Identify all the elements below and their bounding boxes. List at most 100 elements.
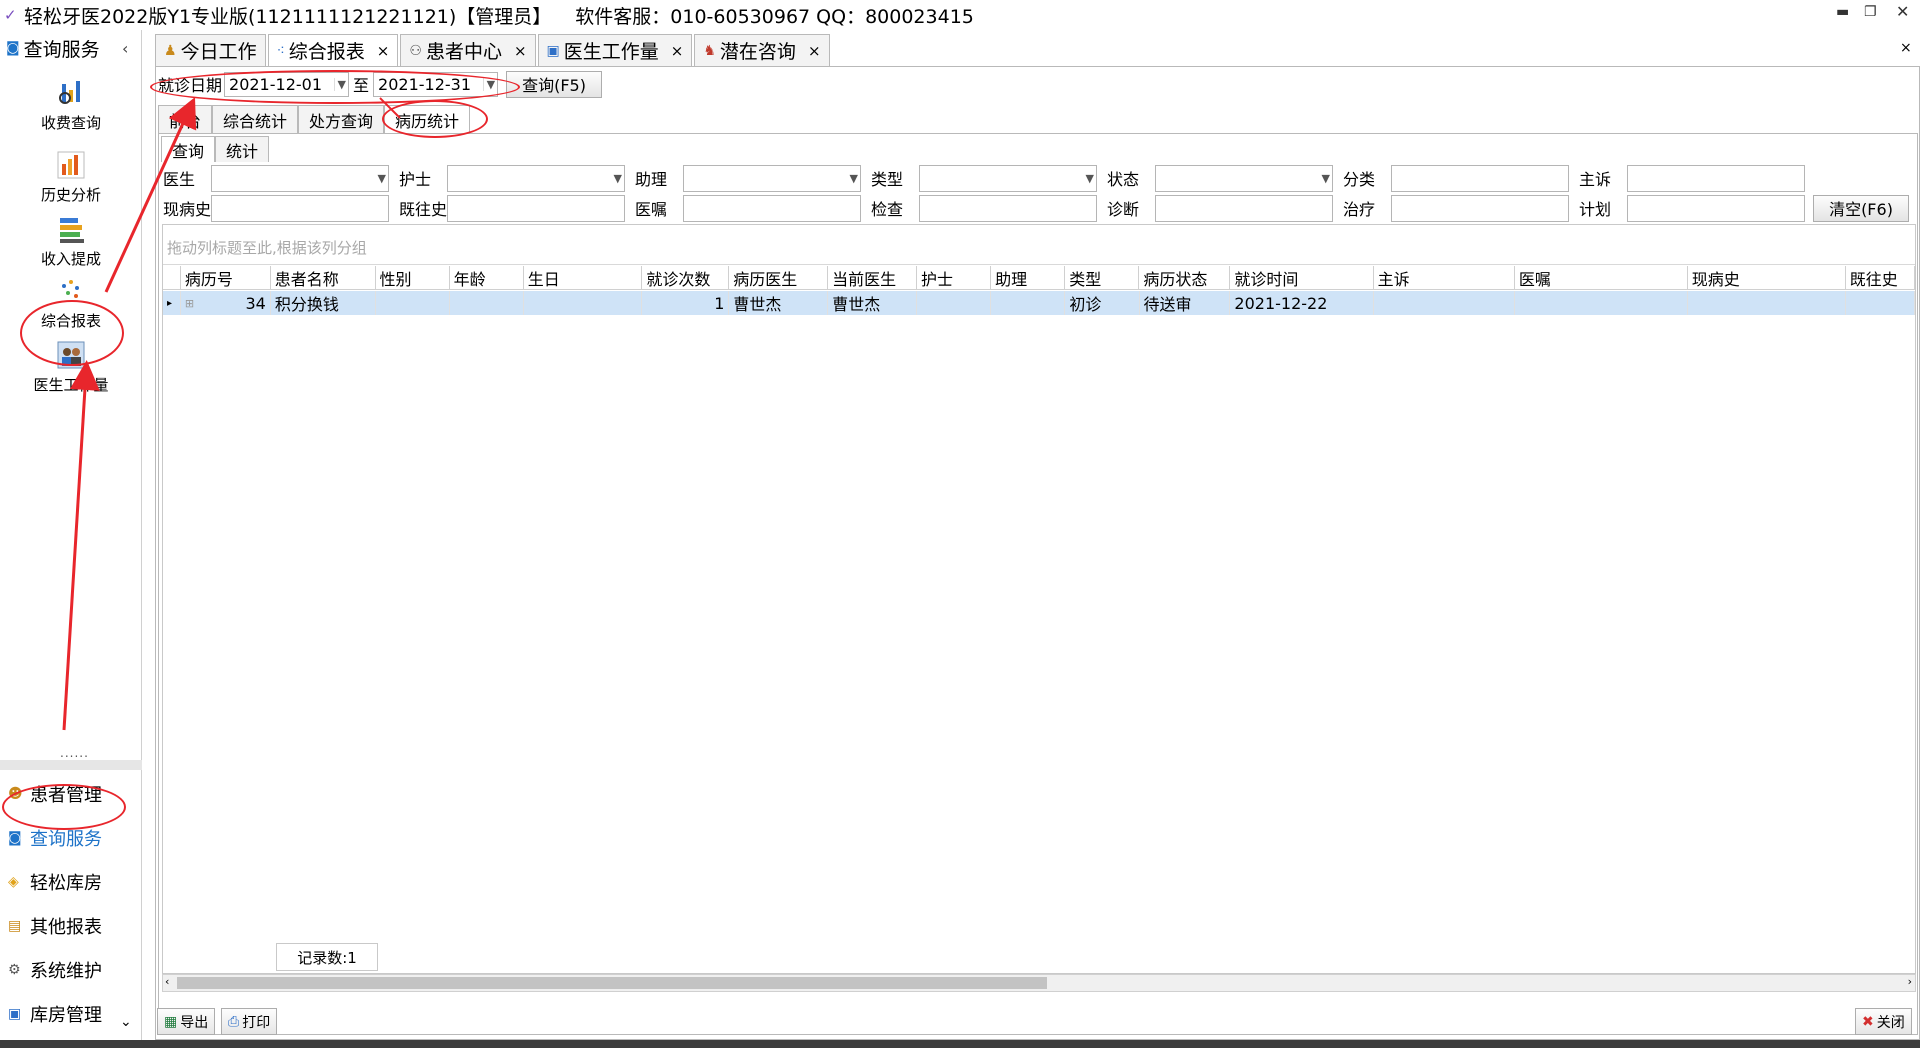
minimize-icon[interactable]: ▬ bbox=[1836, 4, 1849, 20]
present-illness-field[interactable] bbox=[211, 194, 389, 222]
close-tab-icon[interactable]: × bbox=[671, 42, 684, 60]
tab-doctor-workload[interactable]: ▣ 医生工作量 × bbox=[537, 34, 693, 66]
tab-potential-consultation[interactable]: ♞ 潜在咨询 × bbox=[694, 34, 830, 66]
scroll-left-icon[interactable]: ‹ bbox=[165, 975, 169, 988]
consult-icon: ♞ bbox=[703, 42, 716, 59]
column-header[interactable]: 病历状态 bbox=[1139, 266, 1231, 290]
service-info: 软件客服：010-60530967 QQ：800023415 bbox=[575, 5, 974, 28]
cell-current-doctor: 曹世杰 bbox=[828, 291, 918, 315]
expand-chevron-icon[interactable]: ⌄ bbox=[120, 1014, 132, 1030]
column-header[interactable]: 就诊次数 bbox=[642, 266, 730, 290]
advice-field[interactable] bbox=[683, 194, 861, 222]
cell-assistant bbox=[991, 291, 1066, 315]
diagnosis-field[interactable] bbox=[1155, 194, 1333, 222]
horizontal-scrollbar[interactable]: ‹ › bbox=[162, 974, 1916, 992]
nav-label: 查询服务 bbox=[30, 829, 102, 850]
main-content: 就诊日期 2021-12-01 ▼ 至 2021-12-31 ▼ 查询(F5) … bbox=[155, 66, 1920, 1040]
tab-today-work[interactable]: ♟ 今日工作 bbox=[155, 34, 266, 66]
column-header[interactable]: 既往史 bbox=[1846, 266, 1915, 290]
column-header[interactable]: 当前医生 bbox=[828, 266, 918, 290]
nav-label: 系统维护 bbox=[30, 961, 102, 982]
scroll-right-icon[interactable]: › bbox=[1908, 975, 1912, 988]
column-header[interactable]: 病历医生 bbox=[729, 266, 829, 290]
sidebar-header: ◙ 查询服务 ‹ bbox=[0, 30, 141, 66]
close-button[interactable]: ✖ 关闭 bbox=[1855, 1008, 1912, 1035]
nav-query-service[interactable]: ◙ 查询服务 bbox=[0, 820, 142, 856]
close-tab-icon[interactable]: × bbox=[377, 42, 390, 60]
sidebar-item-fee-query[interactable]: 收费查询 bbox=[0, 78, 142, 133]
sidebar-item-income-commission[interactable]: 收入提成 bbox=[0, 214, 142, 269]
sidebar-splitter[interactable] bbox=[0, 760, 142, 770]
tab-patient-center[interactable]: ⚇ 患者中心 × bbox=[400, 34, 536, 66]
title-bar: ✓ 轻松牙医2022版Y1专业版(1121111121221121)【管理员】 … bbox=[0, 0, 1920, 30]
tab-front-desk[interactable]: 前台 bbox=[158, 105, 213, 133]
column-header[interactable]: 护士 bbox=[917, 266, 992, 290]
nav-patient-management[interactable]: ☻ 患者管理 bbox=[0, 776, 142, 812]
column-header[interactable]: 现病史 bbox=[1688, 266, 1846, 290]
column-header[interactable]: 患者名称 bbox=[271, 266, 376, 290]
nurse-select[interactable]: ▼ bbox=[447, 164, 625, 192]
close-all-tabs-icon[interactable]: × bbox=[1900, 40, 1912, 56]
tab-comprehensive-report[interactable]: ⁖ 综合报表 × bbox=[267, 34, 399, 66]
export-button[interactable]: ▦ 导出 bbox=[157, 1008, 216, 1035]
category-field[interactable] bbox=[1391, 164, 1569, 192]
close-label: 关闭 bbox=[1876, 1014, 1905, 1031]
print-button[interactable]: ⎙ 打印 bbox=[221, 1008, 278, 1035]
close-tab-icon[interactable]: × bbox=[514, 42, 527, 60]
nav-other-reports[interactable]: ▤ 其他报表 bbox=[0, 908, 142, 944]
expand-plus-icon[interactable]: ⊞ bbox=[185, 297, 194, 310]
tab-comprehensive-stats[interactable]: 综合统计 bbox=[212, 105, 299, 133]
clear-button[interactable]: 清空(F6) bbox=[1813, 194, 1909, 222]
sidebar-splitter-dots[interactable]: ...... bbox=[60, 746, 89, 760]
tab-query[interactable]: 查询 bbox=[161, 136, 216, 162]
print-label: 打印 bbox=[242, 1014, 271, 1031]
cell-age bbox=[450, 291, 524, 315]
column-header[interactable]: 类型 bbox=[1065, 266, 1140, 290]
close-tab-icon[interactable]: × bbox=[808, 42, 821, 60]
cell-record-no: ⊞ 34 bbox=[181, 291, 271, 315]
cell-record-status: 待送审 bbox=[1140, 291, 1231, 315]
column-header[interactable]: 年龄 bbox=[450, 266, 524, 290]
tab-prescription-query[interactable]: 处方查询 bbox=[298, 105, 385, 133]
restore-icon[interactable]: ❐ bbox=[1864, 4, 1877, 20]
type-select[interactable]: ▼ bbox=[919, 164, 1097, 192]
chevron-down-icon: ▼ bbox=[377, 171, 386, 185]
column-header[interactable]: 就诊时间 bbox=[1230, 266, 1374, 290]
nav-system-maintenance[interactable]: ⚙ 系统维护 bbox=[0, 952, 142, 988]
query-button[interactable]: 查询(F5) bbox=[506, 70, 603, 98]
date-to-picker[interactable]: 2021-12-31 ▼ bbox=[373, 71, 499, 97]
past-history-label: 既往史 bbox=[399, 200, 448, 219]
sidebar-item-doctor-workload[interactable]: 医生工作量 bbox=[0, 340, 142, 395]
sidebar-item-comprehensive-report[interactable]: 综合报表 bbox=[0, 276, 142, 331]
treatment-field[interactable] bbox=[1391, 194, 1569, 222]
scrollbar-thumb[interactable] bbox=[177, 977, 1047, 989]
nurse-label: 护士 bbox=[399, 170, 432, 189]
examination-field[interactable] bbox=[919, 194, 1097, 222]
column-header[interactable]: 性别 bbox=[376, 266, 450, 290]
doctor-select[interactable]: ▼ bbox=[211, 164, 389, 192]
collapse-chevron-icon[interactable]: ‹ bbox=[122, 39, 128, 58]
treatment-label: 治疗 bbox=[1343, 200, 1376, 219]
column-header[interactable]: 生日 bbox=[524, 266, 643, 290]
sidebar-item-label: 医生工作量 bbox=[33, 376, 109, 394]
cell-record-doctor: 曹世杰 bbox=[729, 291, 829, 315]
plan-field[interactable] bbox=[1627, 194, 1805, 222]
column-header[interactable]: 助理 bbox=[991, 266, 1066, 290]
doctor-workload-icon: ▣ bbox=[546, 42, 560, 59]
group-by-area[interactable]: 拖动列标题至此,根据该列分组 bbox=[163, 225, 1915, 265]
tab-statistics[interactable]: 统计 bbox=[215, 136, 270, 162]
column-header[interactable]: 医嘱 bbox=[1515, 266, 1688, 290]
column-header[interactable]: 主诉 bbox=[1374, 266, 1515, 290]
close-window-icon[interactable]: ✕ bbox=[1896, 2, 1909, 21]
date-from-picker[interactable]: 2021-12-01 ▼ bbox=[224, 71, 350, 97]
past-history-field[interactable] bbox=[447, 194, 625, 222]
sidebar-item-history-analysis[interactable]: 历史分析 bbox=[0, 150, 142, 205]
status-select[interactable]: ▼ bbox=[1155, 164, 1333, 192]
column-header[interactable]: 病历号 bbox=[181, 266, 271, 290]
tab-medical-record-stats[interactable]: 病历统计 bbox=[384, 105, 471, 133]
record-no-value: 34 bbox=[245, 293, 266, 313]
table-row[interactable]: ▸ ⊞ 34 积分换钱 1 曹世杰 曹世杰 初诊 待送审 2021-12-22 bbox=[163, 291, 1916, 315]
chief-complaint-field[interactable] bbox=[1627, 164, 1805, 192]
nav-easy-warehouse[interactable]: ◈ 轻松库房 bbox=[0, 864, 142, 900]
assistant-select[interactable]: ▼ bbox=[683, 164, 861, 192]
